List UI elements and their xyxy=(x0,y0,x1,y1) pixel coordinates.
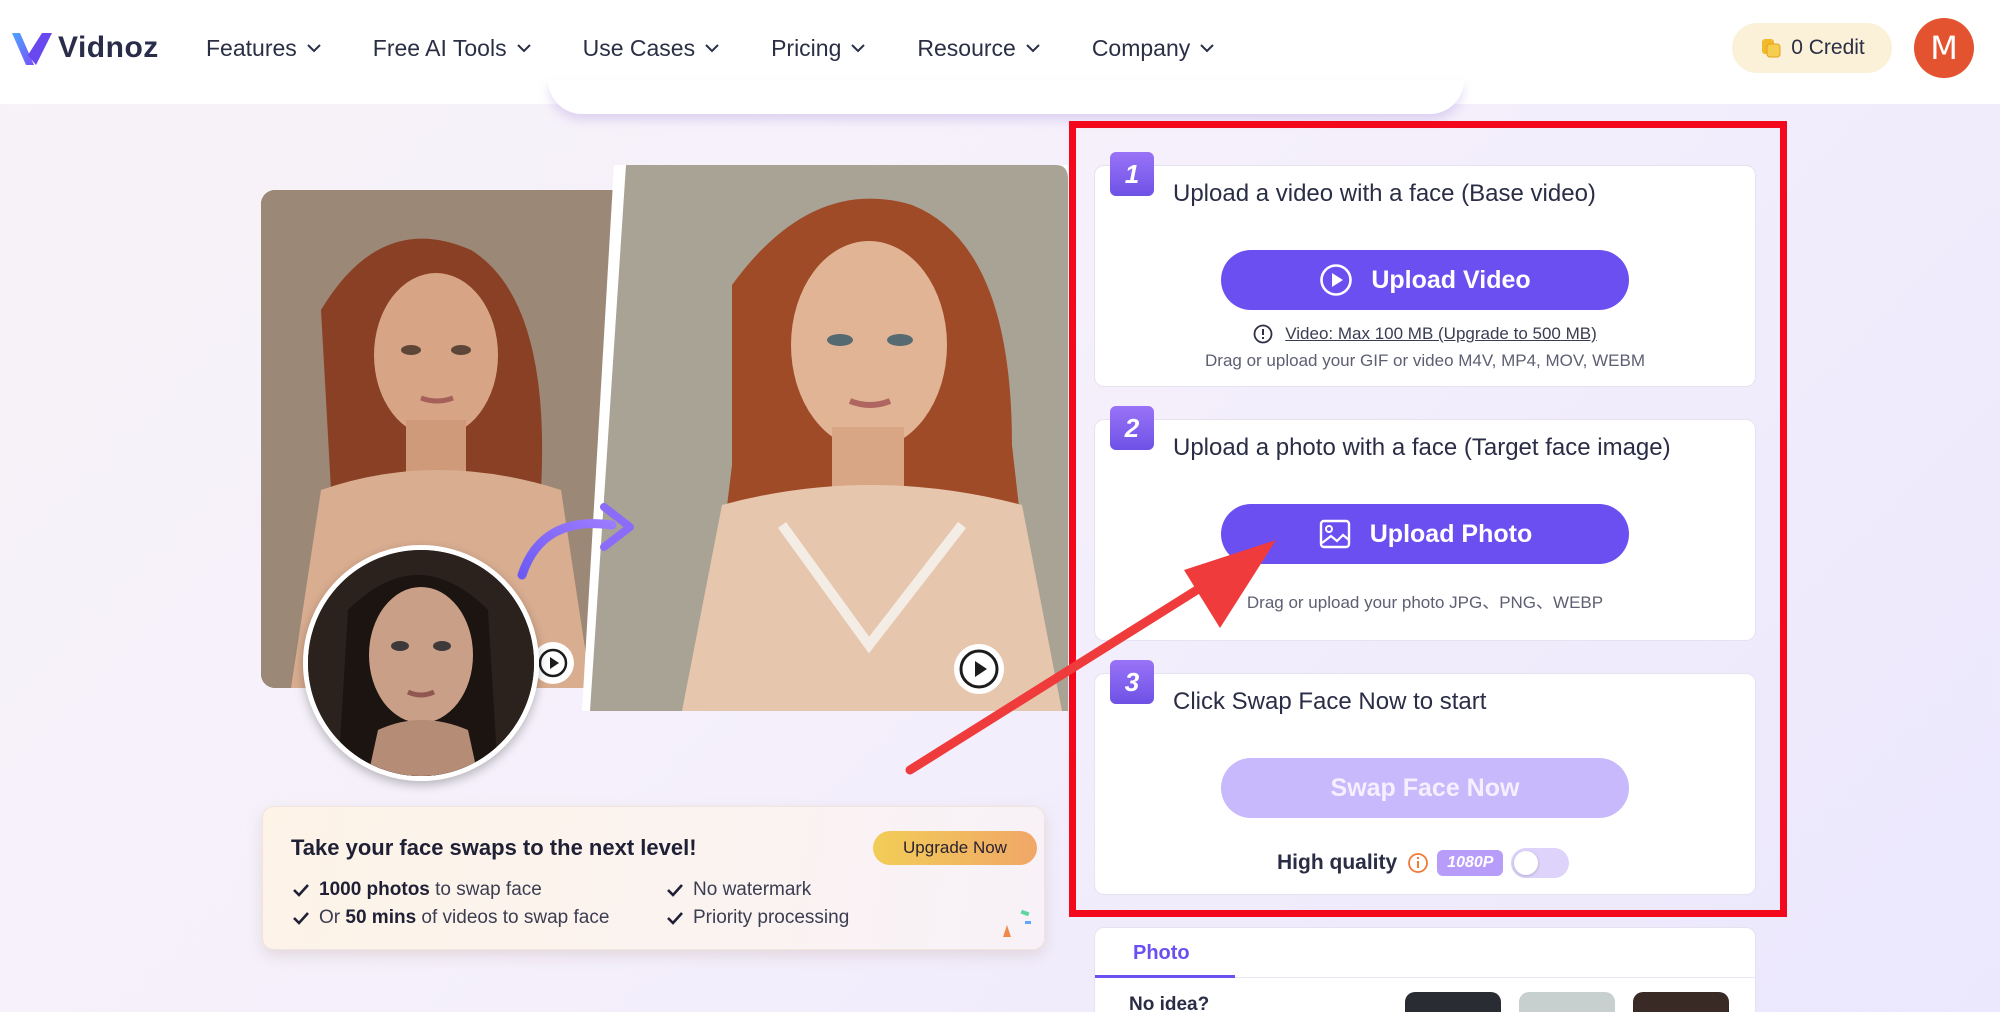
credit-label: 0 Credit xyxy=(1791,36,1865,59)
tab-underline xyxy=(1095,975,1235,978)
nav-free-ai-tools[interactable]: Free AI Tools xyxy=(373,30,533,66)
upgrade-size-link[interactable]: Video: Max 100 MB (Upgrade to 500 MB) xyxy=(1285,324,1597,344)
check-icon xyxy=(667,884,683,897)
video-format-note: Drag or upload your GIF or video M4V, MP… xyxy=(1205,351,1645,370)
nav-company-label: Company xyxy=(1091,34,1191,61)
feature-photos: 1000 photos to swap face xyxy=(291,879,542,901)
nav-pricing[interactable]: Pricing xyxy=(771,30,867,66)
coins-icon xyxy=(1762,39,1781,58)
upgrade-title: Take your face swaps to the next level! xyxy=(291,835,697,860)
feature-no-watermark: No watermark xyxy=(665,879,811,901)
feature-videos-prefix: Or xyxy=(319,907,346,928)
search-bar-edge xyxy=(548,80,1464,114)
vidnoz-logo[interactable]: Vidnoz xyxy=(8,24,159,72)
step-title: Upload a video with a face (Base video) xyxy=(1173,180,1596,207)
check-icon xyxy=(667,912,683,925)
nav-features-label: Features xyxy=(206,34,297,61)
main-nav: Features Free AI Tools Use Cases Pricing… xyxy=(206,30,1266,66)
chevron-down-icon xyxy=(516,44,531,53)
template-thumbnail[interactable] xyxy=(1519,992,1615,1012)
high-quality-toggle[interactable] xyxy=(1511,848,1570,878)
feature-videos: Or 50 mins of videos to swap face xyxy=(291,907,609,929)
template-thumbnail[interactable] xyxy=(1405,992,1501,1012)
feature-videos-bold: 50 mins xyxy=(345,907,417,928)
upload-photo-button[interactable]: Upload Photo xyxy=(1221,504,1629,564)
nav-free-ai-tools-label: Free AI Tools xyxy=(372,34,507,61)
nav-features[interactable]: Features xyxy=(206,30,323,66)
chevron-down-icon xyxy=(1200,44,1214,53)
step-upload-photo: 2 Upload a photo with a face (Target fac… xyxy=(1094,406,1756,641)
swap-face-now-label: Swap Face Now xyxy=(1330,773,1520,802)
info-icon xyxy=(1253,324,1273,344)
feature-priority: Priority processing xyxy=(665,907,849,929)
logo-text: Vidnoz xyxy=(58,31,159,64)
upload-photo-label: Upload Photo xyxy=(1369,519,1533,548)
credit-button[interactable]: 0 Credit xyxy=(1732,23,1892,73)
tab-photo[interactable]: Photo xyxy=(1133,942,1190,965)
feature-no-watermark-text: No watermark xyxy=(693,879,812,900)
feature-videos-text: of videos to swap face xyxy=(416,907,610,928)
chevron-down-icon xyxy=(1026,44,1040,53)
chevron-down-icon xyxy=(851,44,866,53)
step-number-badge: 1 xyxy=(1110,152,1154,196)
upgrade-now-button[interactable]: Upgrade Now xyxy=(873,831,1037,865)
template-panel: Photo No idea? xyxy=(1094,927,1756,1012)
nav-use-cases[interactable]: Use Cases xyxy=(583,30,721,66)
chevron-down-icon xyxy=(307,44,321,53)
nav-resource[interactable]: Resource xyxy=(917,30,1041,66)
step-number-badge: 2 xyxy=(1110,406,1154,450)
step-swap-face: 3 Click Swap Face Now to start Swap Face… xyxy=(1094,660,1756,895)
feature-photos-text: to swap face xyxy=(429,879,542,900)
nav-company[interactable]: Company xyxy=(1092,30,1216,66)
photo-format-note: Drag or upload your photo JPG、PNG、WEBP xyxy=(1246,593,1604,612)
high-quality-label: High quality xyxy=(1277,851,1398,874)
step-upload-video: 1 Upload a video with a face (Base video… xyxy=(1094,152,1756,387)
play-icon[interactable] xyxy=(954,644,1004,694)
upload-video-label: Upload Video xyxy=(1371,265,1531,294)
image-icon xyxy=(1319,519,1350,549)
upload-video-button[interactable]: Upload Video xyxy=(1221,250,1629,310)
video-size-limit: Video: Max 100 MB (Upgrade to 500 MB) xyxy=(1095,324,1755,344)
check-icon xyxy=(293,884,309,897)
info-icon[interactable] xyxy=(1407,852,1429,874)
nav-resource-label: Resource xyxy=(917,34,1016,61)
upgrade-promo-card: Take your face swaps to the next level! … xyxy=(262,806,1045,950)
user-avatar[interactable]: M xyxy=(1914,18,1974,78)
nav-pricing-label: Pricing xyxy=(771,34,842,61)
step-number-badge: 3 xyxy=(1110,660,1154,704)
confetti-icon xyxy=(1003,909,1031,937)
high-quality-row: High quality 1080P xyxy=(1277,848,1570,878)
feature-priority-text: Priority processing xyxy=(693,907,850,928)
template-thumbnail[interactable] xyxy=(1633,992,1729,1012)
woman-face-thumbnail xyxy=(308,550,534,776)
vidnoz-logo-icon xyxy=(12,33,52,65)
no-idea-label: No idea? xyxy=(1129,994,1210,1012)
play-circle-icon xyxy=(1320,264,1353,296)
feature-photos-bold: 1000 photos xyxy=(319,879,430,900)
check-icon xyxy=(293,912,309,925)
step-title: Upload a photo with a face (Target face … xyxy=(1173,434,1671,461)
nav-use-cases-label: Use Cases xyxy=(582,34,696,61)
target-face-thumbnail xyxy=(303,545,539,781)
chevron-down-icon xyxy=(705,44,719,53)
face-swap-preview xyxy=(260,165,1068,785)
swap-arrow-icon xyxy=(517,503,634,580)
resolution-badge: 1080P xyxy=(1437,850,1504,876)
swap-face-now-button[interactable]: Swap Face Now xyxy=(1221,758,1629,818)
step-title: Click Swap Face Now to start xyxy=(1173,688,1487,715)
